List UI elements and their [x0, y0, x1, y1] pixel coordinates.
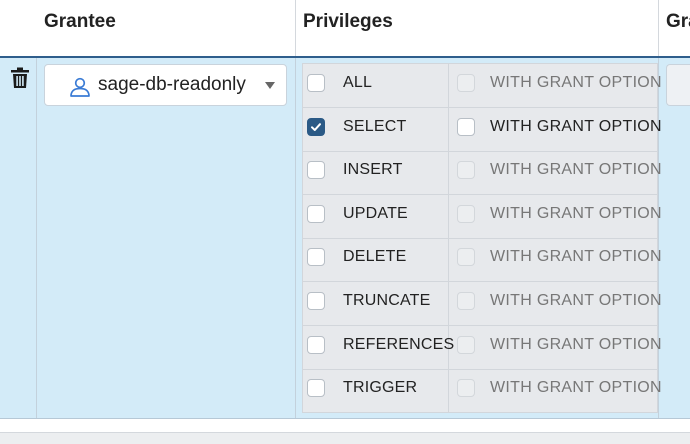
- privilege-label: ALL: [343, 74, 373, 91]
- grant-option-checkbox-trigger: [457, 379, 475, 398]
- privilege-checkbox-all[interactable]: [307, 74, 325, 92]
- chevron-down-icon[interactable]: [265, 82, 275, 89]
- grant-option-checkbox-select[interactable]: [457, 117, 475, 136]
- privilege-checkbox-update[interactable]: [307, 204, 325, 223]
- privilege-label: DELETE: [343, 248, 407, 266]
- column-header-grantee[interactable]: Grantee: [37, 0, 296, 56]
- grantor-select[interactable]: [666, 64, 690, 106]
- grant-option-checkbox-insert: [457, 161, 475, 180]
- privileges-list: ALL WITH GRANT OPTION SELECT WITH GRANT OPT…: [302, 63, 662, 413]
- privilege-row: REFERENCES WITH GRANT OPTION: [303, 326, 662, 370]
- privilege-row: SELECT WITH GRANT OPTION: [303, 108, 662, 152]
- grant-option-label: WITH GRANT OPTION: [490, 292, 662, 309]
- grant-option-checkbox-references: [457, 335, 475, 354]
- column-header-grantor[interactable]: Gra: [659, 0, 690, 56]
- grant-option-label: WITH GRANT OPTION: [490, 117, 662, 135]
- privilege-row: ALL WITH GRANT OPTION: [303, 64, 662, 108]
- table-row: sage-db-readonly ALL WITH GRANT OPTION SEL…: [0, 58, 690, 419]
- table-header: Grantee Privileges Gra: [0, 0, 690, 58]
- trash-icon[interactable]: [10, 67, 30, 89]
- grant-option-label: WITH GRANT OPTION: [490, 74, 662, 91]
- user-icon: [70, 77, 90, 97]
- grant-option-checkbox-all: [457, 74, 475, 92]
- privilege-row: TRIGGER WITH GRANT OPTION: [303, 369, 662, 413]
- grant-option-checkbox-delete: [457, 248, 475, 267]
- privilege-label: UPDATE: [343, 204, 408, 222]
- grant-option-checkbox-update: [457, 204, 475, 223]
- grantee-select[interactable]: sage-db-readonly: [44, 64, 287, 106]
- privilege-checkbox-delete[interactable]: [307, 248, 325, 267]
- grantee-cell: sage-db-readonly: [37, 58, 296, 418]
- privileges-table: Grantee Privileges Gra sage-db-readonly: [0, 0, 690, 444]
- privilege-row: DELETE WITH GRANT OPTION: [303, 238, 662, 283]
- grant-option-checkbox-truncate: [457, 292, 475, 310]
- check-icon: [311, 122, 321, 131]
- privileges-cell: ALL WITH GRANT OPTION SELECT WITH GRANT OPT…: [296, 58, 662, 418]
- grantor-cell: [659, 58, 690, 418]
- privilege-checkbox-select[interactable]: [307, 117, 325, 136]
- privilege-label: REFERENCES: [343, 335, 455, 353]
- privilege-label: SELECT: [343, 117, 407, 135]
- privilege-row: UPDATE WITH GRANT OPTION: [303, 195, 662, 239]
- privilege-checkbox-truncate[interactable]: [307, 292, 325, 310]
- row-actions-cell: [0, 58, 37, 418]
- grant-option-label: WITH GRANT OPTION: [490, 379, 662, 397]
- privilege-label: TRIGGER: [343, 379, 418, 397]
- privilege-checkbox-insert[interactable]: [307, 161, 325, 180]
- privilege-checkbox-trigger[interactable]: [307, 379, 325, 398]
- column-header-privileges[interactable]: Privileges: [296, 0, 659, 56]
- grant-option-label: WITH GRANT OPTION: [490, 204, 662, 222]
- grant-option-label: WITH GRANT OPTION: [490, 161, 662, 179]
- grantee-value: sage-db-readonly: [98, 74, 246, 95]
- grant-option-label: WITH GRANT OPTION: [490, 335, 662, 353]
- privilege-row: TRUNCATE WITH GRANT OPTION: [303, 282, 662, 326]
- privilege-label: TRUNCATE: [343, 292, 431, 309]
- privilege-checkbox-references[interactable]: [307, 335, 325, 354]
- grant-option-label: WITH GRANT OPTION: [490, 248, 662, 266]
- privilege-row: INSERT WITH GRANT OPTION: [303, 151, 662, 196]
- table-footer: [0, 432, 690, 444]
- privilege-label: INSERT: [343, 161, 403, 179]
